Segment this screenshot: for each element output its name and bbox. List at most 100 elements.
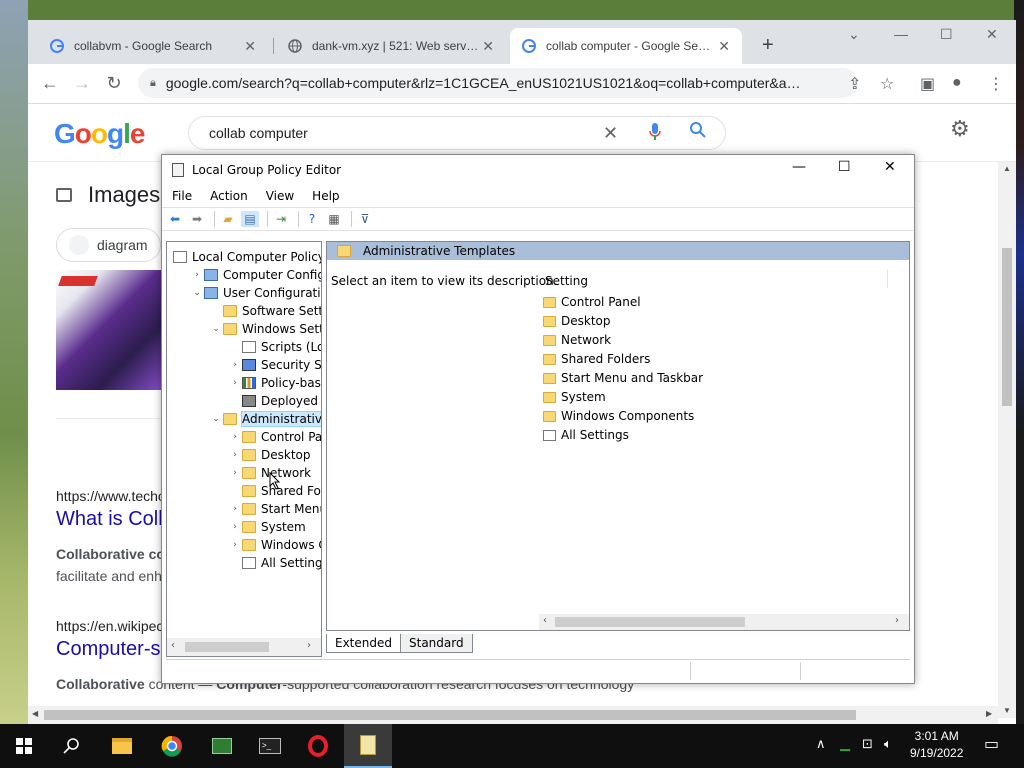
system-clock[interactable]: 3:01 AM 9/19/2022	[910, 728, 963, 762]
tree-item[interactable]: All Settings	[228, 554, 321, 572]
maximize-icon[interactable]: ☐	[940, 26, 953, 43]
page-vertical-scrollbar[interactable]: ▲ ▼	[998, 162, 1016, 718]
scrollbar-thumb[interactable]	[44, 710, 856, 720]
page-horizontal-scrollbar[interactable]: ◀ ▶	[28, 706, 998, 724]
expand-chevron-icon[interactable]: ›	[228, 450, 242, 460]
minimize-icon[interactable]: —	[894, 26, 908, 42]
pane-horizontal-scrollbar[interactable]: ‹ ›	[539, 614, 909, 630]
menu-file[interactable]: File	[172, 189, 192, 203]
scroll-up-icon[interactable]: ▲	[1003, 164, 1011, 173]
tree-item[interactable]: Software Settings	[209, 302, 321, 320]
scroll-right-icon[interactable]: ▶	[986, 709, 992, 718]
tree-item[interactable]: › System	[228, 518, 306, 536]
properties-icon[interactable]: ▦	[325, 211, 343, 227]
close-window-icon[interactable]: ✕	[986, 26, 998, 43]
forward-arrow-icon[interactable]: ➡	[188, 211, 206, 227]
up-folder-icon[interactable]: ▰	[219, 211, 237, 227]
scrollbar-thumb[interactable]	[185, 642, 269, 652]
menu-view[interactable]: View	[266, 189, 294, 203]
show-hide-tree-icon[interactable]: ▤	[241, 211, 259, 227]
search-box[interactable]: collab computer ✕	[188, 116, 726, 150]
result-url[interactable]: https://www.techo	[56, 488, 166, 504]
tree-item[interactable]: › Desktop	[228, 446, 310, 464]
close-window-icon[interactable]: ✕	[884, 159, 896, 175]
expand-chevron-icon[interactable]: ›	[228, 540, 242, 550]
expand-chevron-icon[interactable]: ›	[228, 378, 242, 388]
volume-icon[interactable]: 🔈︎	[884, 736, 892, 752]
back-icon[interactable]: ←	[34, 73, 66, 94]
list-item[interactable]: All Settings	[543, 426, 629, 444]
tab-search-icon[interactable]: ⌄	[848, 26, 860, 43]
tree-item[interactable]: ⌄ Windows Setting	[209, 320, 321, 338]
tree-item[interactable]: › Policy-based	[228, 374, 321, 392]
tab-dank-vm[interactable]: dank-vm.xyz | 521: Web server is down ✕	[276, 28, 506, 64]
scroll-down-icon[interactable]: ▼	[1003, 706, 1011, 715]
menu-help[interactable]: Help	[312, 189, 339, 203]
network-icon[interactable]: ⊡	[862, 736, 873, 752]
task-manager-icon[interactable]	[198, 724, 246, 768]
chrome-icon[interactable]	[148, 724, 196, 768]
search-taskbar-icon[interactable]	[48, 724, 96, 768]
clear-icon[interactable]: ✕	[603, 123, 618, 144]
image-result-thumbnail[interactable]	[56, 270, 166, 390]
tab-collabvm[interactable]: collabvm - Google Search ✕	[38, 28, 268, 64]
tree-item[interactable]: Scripts (Logor	[228, 338, 321, 356]
tab-extended[interactable]: Extended	[326, 634, 401, 653]
expand-chevron-icon[interactable]: ›	[228, 522, 242, 532]
close-tab-icon[interactable]: ✕	[482, 38, 494, 55]
filter-chip-diagram[interactable]: diagram	[56, 228, 161, 262]
tree-item[interactable]: › Security Settir	[228, 356, 321, 374]
column-header-setting[interactable]: Setting	[545, 274, 588, 288]
file-explorer-icon[interactable]	[98, 724, 146, 768]
group-policy-taskbar-icon[interactable]	[344, 724, 392, 768]
opera-icon[interactable]	[294, 724, 342, 768]
tree-item[interactable]: › Control Panel	[228, 428, 321, 446]
side-panel-icon[interactable]: ▣	[920, 74, 935, 94]
keyboard-tray-icon[interactable]: ▁	[840, 736, 850, 752]
result-url[interactable]: https://en.wikipec	[56, 618, 163, 634]
new-tab-icon[interactable]: +	[762, 34, 774, 57]
close-tab-icon[interactable]: ✕	[718, 38, 730, 55]
filter-icon[interactable]: ⊽	[356, 211, 374, 227]
menu-kebab-icon[interactable]: ⋮	[988, 74, 1004, 94]
google-logo[interactable]: Google	[54, 118, 145, 150]
collapse-chevron-icon[interactable]: ⌄	[209, 414, 223, 424]
list-item[interactable]: Shared Folders	[543, 350, 650, 368]
reload-icon[interactable]: ↻	[98, 73, 130, 94]
list-item[interactable]: Start Menu and Taskbar	[543, 369, 703, 387]
forward-icon[interactable]: →	[66, 73, 98, 94]
tree-item[interactable]: Local Computer Policy	[171, 248, 321, 266]
expand-chevron-icon[interactable]: ›	[228, 432, 242, 442]
address-bar[interactable]: 🔒︎ google.com/search?q=collab+computer&r…	[138, 68, 858, 98]
list-item[interactable]: Network	[543, 331, 611, 349]
tree-item[interactable]: › Computer Configura	[190, 266, 321, 284]
minimize-icon[interactable]: —	[792, 159, 806, 175]
start-button[interactable]	[0, 724, 48, 768]
list-item[interactable]: Control Panel	[543, 293, 641, 311]
scroll-right-icon[interactable]: ›	[307, 640, 311, 651]
terminal-icon[interactable]: >_	[246, 724, 294, 768]
expand-chevron-icon[interactable]: ›	[228, 360, 242, 370]
scroll-left-icon[interactable]: ‹	[543, 615, 547, 626]
tab-standard[interactable]: Standard	[400, 634, 473, 653]
tree-item[interactable]: ⌄ Administrative Te	[209, 410, 321, 428]
menu-action[interactable]: Action	[210, 189, 248, 203]
tab-collab-computer[interactable]: collab computer - Google Search ✕	[510, 28, 742, 64]
result-title-link[interactable]: Computer-s	[56, 638, 160, 661]
list-item[interactable]: Desktop	[543, 312, 611, 330]
expand-chevron-icon[interactable]: ›	[228, 504, 242, 514]
list-item[interactable]: Windows Components	[543, 407, 694, 425]
show-hidden-icons-icon[interactable]: ∧	[816, 736, 826, 752]
scroll-right-icon[interactable]: ›	[895, 615, 899, 626]
export-list-icon[interactable]: ⇥	[272, 211, 290, 227]
search-icon[interactable]	[689, 121, 707, 144]
gpe-title-bar[interactable]: Local Group Policy Editor — ☐ ✕	[162, 155, 914, 185]
list-item[interactable]: System	[543, 388, 606, 406]
help-icon[interactable]: ?	[303, 211, 321, 227]
share-icon[interactable]: ⇪	[848, 74, 861, 94]
expand-chevron-icon[interactable]: ›	[228, 468, 242, 478]
tree-item[interactable]: › Start Menu ar	[228, 500, 321, 518]
tree-item[interactable]: Deployed Prir	[228, 392, 321, 410]
notifications-icon[interactable]: ▭	[984, 734, 999, 754]
microphone-icon[interactable]	[649, 122, 661, 145]
